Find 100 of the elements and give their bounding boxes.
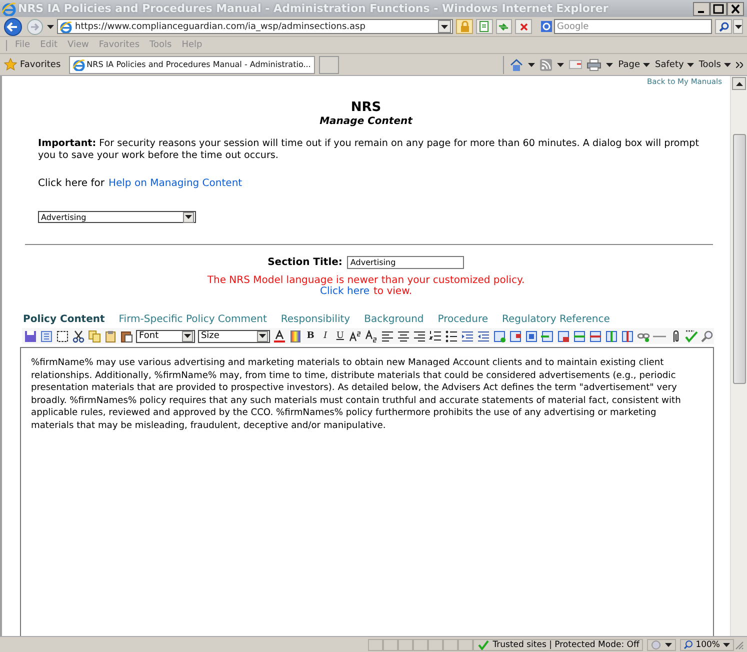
section-title-label: Section Title:	[268, 257, 342, 268]
view-label: to view.	[374, 286, 412, 297]
zoom-icon	[684, 640, 693, 649]
table-column-icon[interactable]	[621, 330, 634, 342]
refresh-button[interactable]	[496, 19, 512, 34]
caret-icon	[184, 334, 191, 338]
table-column-icon[interactable]	[605, 330, 618, 342]
align-left-icon[interactable]	[381, 330, 394, 342]
search-icon	[718, 22, 728, 32]
find-icon[interactable]	[701, 330, 714, 342]
table-row-icon[interactable]	[573, 330, 586, 342]
align-right-icon[interactable]	[413, 330, 426, 342]
highlight-icon[interactable]	[288, 330, 302, 342]
outdent-icon[interactable]	[477, 330, 490, 342]
scrollbar[interactable]	[730, 76, 747, 636]
command-menu[interactable]: Tools	[698, 60, 731, 70]
zoom-button[interactable]: 100%	[680, 638, 734, 650]
caret-icon	[724, 62, 731, 66]
caret-icon	[643, 62, 650, 66]
favorites-button[interactable]: Favorites	[4, 58, 65, 71]
search-button[interactable]	[715, 19, 732, 34]
caret-icon[interactable]	[606, 62, 614, 66]
save-icon[interactable]	[24, 330, 37, 342]
bullet-list-icon[interactable]	[445, 330, 458, 342]
dropdown-button[interactable]	[438, 20, 452, 33]
select-all-icon[interactable]	[56, 330, 69, 342]
check-icon	[478, 640, 489, 650]
content-tab[interactable]: Background	[364, 314, 424, 325]
search-options-button[interactable]	[733, 19, 743, 34]
policy-text: %firmName% may use various advertising and marketing materials to obtain new Managed Account clients and to maintain existing client relationships. Additionally, %firmName% may, from time to time, distribute materials that could be considered advertisements (e.g., periodic presentation materials that are provided to prospective investors). As detailed below, the Advisers Act defines the term "advertisement" very broadly. %firmNames% policy requires that any such materials must contain truthful and accurate statements of material fact, consistent with applicable rules, reviewed and approved by the CCO. %firmNames% policy furthermore prohibits the use of any advertising or marketing materials that may be misleading, fraudulent, deceptive and/or manipulative.	[31, 357, 682, 432]
font-dropdown[interactable]: Font	[136, 330, 195, 342]
view-link[interactable]: Click here	[320, 286, 370, 297]
zone-settings-button[interactable]	[646, 638, 676, 650]
security-zone: Trusted sites | Protected Mode: Off	[492, 640, 640, 650]
content-tab[interactable]: Policy Content	[23, 314, 105, 325]
command-menu[interactable]: Page	[618, 60, 650, 70]
home-icon[interactable]	[510, 58, 524, 70]
maximize-icon[interactable]	[710, 2, 727, 16]
table-column-icon[interactable]	[509, 330, 522, 342]
subscript-icon[interactable]	[365, 330, 378, 342]
refresh-icon	[498, 22, 510, 32]
content-tab[interactable]: Firm-Specific Policy Comment	[118, 314, 267, 325]
address-field[interactable]: https://www.complianceguardian.com/ia_wsp/adminsections.asp	[57, 19, 454, 34]
paste-text-icon[interactable]	[120, 330, 133, 342]
caret-icon[interactable]	[557, 62, 564, 66]
browser-tab[interactable]: NRS IA Policies and Procedures Manual - Administratio...	[68, 56, 315, 74]
superscript-icon[interactable]	[349, 330, 362, 342]
bold-button[interactable]: B	[304, 331, 316, 341]
table-row-icon[interactable]	[589, 330, 602, 342]
close-icon	[518, 22, 529, 32]
page-icon	[60, 20, 72, 32]
table-row-icon[interactable]	[541, 330, 554, 342]
page-heading: NRS	[350, 100, 382, 115]
command-menu[interactable]: Safety	[655, 60, 694, 70]
italic-button[interactable]: I	[319, 331, 332, 341]
table-cell-icon[interactable]	[525, 330, 538, 342]
scroll-up-icon[interactable]	[736, 82, 742, 86]
content-tab[interactable]: Procedure	[438, 314, 488, 325]
content-tab[interactable]: Regulatory Reference	[502, 314, 610, 325]
timeout-notice: Important: For security reasons your session will time out if you remain on any page for more than 60 minutes. A dialog box will prompt you to save your work before the time out occurs.	[38, 138, 700, 162]
stop-button[interactable]	[515, 19, 532, 34]
resize-grip-icon	[734, 640, 744, 650]
caret-icon	[185, 215, 192, 219]
underline-button[interactable]: U	[334, 331, 346, 341]
help-label: Click here for	[38, 178, 104, 189]
content-tab[interactable]: Responsibility	[280, 314, 350, 325]
search-field[interactable]: Google	[554, 19, 712, 34]
globe-icon	[650, 640, 662, 650]
table-delete-icon[interactable]	[557, 330, 570, 342]
caret-icon	[441, 24, 448, 28]
spellcheck-icon[interactable]	[685, 330, 698, 342]
section-dropdown[interactable]: Advertising	[38, 211, 196, 223]
caret-icon[interactable]	[47, 24, 54, 28]
warning-message: The NRS Model language is newer than your customized policy.	[206, 275, 526, 286]
size-dropdown[interactable]: Size	[198, 330, 270, 342]
page-icon	[72, 58, 85, 70]
help-link[interactable]: Help on Managing Content	[108, 178, 242, 189]
close-icon[interactable]	[727, 2, 744, 16]
compatibility-button[interactable]	[476, 19, 493, 34]
mail-icon[interactable]	[569, 60, 582, 69]
source-icon[interactable]	[40, 330, 53, 342]
numbered-list-icon[interactable]	[429, 330, 442, 342]
search-provider-icon	[540, 21, 552, 32]
cut-icon[interactable]	[72, 330, 85, 342]
caret-icon[interactable]	[528, 62, 536, 66]
page-icon	[479, 21, 490, 32]
back-icon[interactable]	[3, 18, 24, 36]
insert-table-icon[interactable]	[493, 330, 506, 342]
caret-icon	[734, 24, 742, 28]
chevron-icon[interactable]	[736, 62, 743, 68]
minimize-icon[interactable]	[693, 2, 710, 16]
feed-icon[interactable]	[540, 58, 552, 70]
indent-icon[interactable]	[461, 330, 474, 342]
align-center-icon[interactable]	[397, 330, 410, 342]
section-title-field[interactable]: Advertising	[347, 256, 464, 269]
font-color-icon[interactable]	[272, 330, 286, 342]
lock-icon	[460, 21, 470, 32]
caret-icon	[723, 642, 730, 646]
print-icon[interactable]	[587, 58, 602, 70]
caret-icon	[664, 642, 672, 646]
